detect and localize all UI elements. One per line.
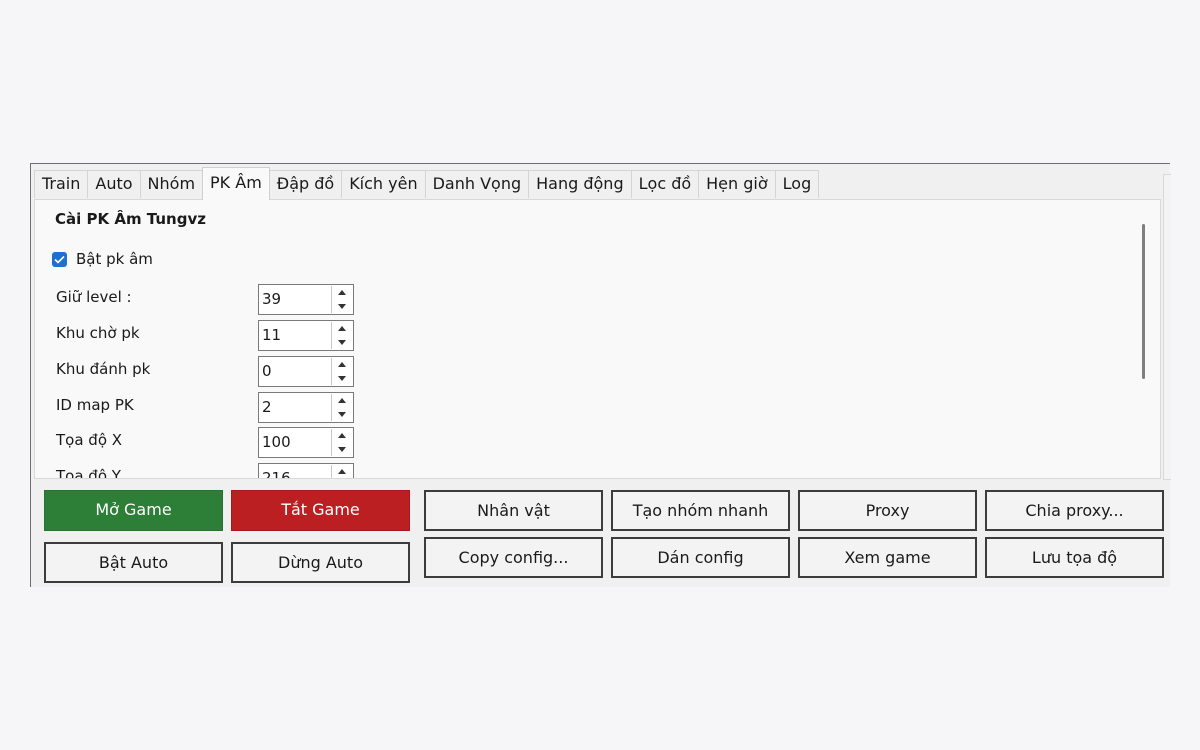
khu-cho-pk-stepper[interactable]: 11: [258, 320, 354, 351]
tab-pk-am[interactable]: PK Âm: [202, 167, 270, 200]
enable-pk-label: Bật pk âm: [76, 250, 153, 268]
field-label: Khu đánh pk: [56, 360, 151, 378]
tab-log[interactable]: Log: [774, 170, 820, 198]
copy-config-button[interactable]: Copy config...: [424, 537, 603, 578]
arrow-up-icon[interactable]: [332, 429, 352, 442]
stepper-buttons: [331, 465, 352, 478]
pk-am-panel: Cài PK Âm Tungvz Bật pk âm Giữ level : 3…: [34, 199, 1161, 479]
arrow-up-icon[interactable]: [332, 322, 352, 335]
stepper-buttons: [331, 358, 352, 385]
proxy-button[interactable]: Proxy: [798, 490, 977, 531]
tab-danh-vong[interactable]: Danh Vọng: [424, 170, 530, 198]
save-coords-button[interactable]: Lưu tọa độ: [985, 537, 1164, 578]
stepper-buttons: [331, 322, 352, 349]
checkmark-icon[interactable]: [52, 251, 67, 267]
stepper-value[interactable]: 2: [262, 398, 272, 416]
panel-scrollbar[interactable]: [1138, 220, 1160, 470]
quick-group-button[interactable]: Tạo nhóm nhanh: [611, 490, 790, 531]
arrow-down-icon[interactable]: [332, 443, 352, 456]
enable-pk-checkbox-row[interactable]: Bật pk âm: [52, 250, 153, 268]
arrow-up-icon[interactable]: [332, 358, 352, 371]
stop-auto-button[interactable]: Dừng Auto: [231, 542, 410, 583]
side-panel-edge: [1163, 174, 1171, 480]
view-game-button[interactable]: Xem game: [798, 537, 977, 578]
arrow-down-icon[interactable]: [332, 372, 352, 385]
field-label: Tọa độ X: [56, 431, 123, 449]
tab-auto[interactable]: Auto: [87, 170, 141, 198]
arrow-up-icon[interactable]: [332, 286, 352, 299]
split-proxy-button[interactable]: Chia proxy...: [985, 490, 1164, 531]
tab-kich-yen[interactable]: Kích yên: [341, 170, 426, 198]
tab-train[interactable]: Train: [34, 170, 89, 198]
character-button[interactable]: Nhân vật: [424, 490, 603, 531]
tab-nhom[interactable]: Nhóm: [139, 170, 204, 198]
paste-config-button[interactable]: Dán config: [611, 537, 790, 578]
scrollbar-thumb[interactable]: [1142, 224, 1145, 379]
app-window: Train Auto Nhóm PK Âm Đập đồ Kích yên Da…: [30, 163, 1170, 587]
arrow-down-icon[interactable]: [332, 300, 352, 313]
field-label: Giữ level :: [56, 288, 132, 306]
tab-hen-gio[interactable]: Hẹn giờ: [698, 170, 776, 198]
khu-danh-pk-stepper[interactable]: 0: [258, 356, 354, 387]
field-label: Khu chờ pk: [56, 324, 140, 342]
stepper-buttons: [331, 286, 352, 313]
field-label: Tọa độ Y: [56, 467, 121, 479]
arrow-down-icon[interactable]: [332, 336, 352, 349]
toa-do-x-stepper[interactable]: 100: [258, 427, 354, 458]
stepper-buttons: [331, 429, 352, 456]
giu-level-stepper[interactable]: 39: [258, 284, 354, 315]
tab-hang-dong[interactable]: Hang động: [528, 170, 632, 198]
stepper-value[interactable]: 216: [262, 469, 291, 478]
field-label: ID map PK: [56, 396, 134, 414]
open-game-button[interactable]: Mở Game: [44, 490, 223, 531]
close-game-button[interactable]: Tắt Game: [231, 490, 410, 531]
stepper-value[interactable]: 0: [262, 362, 272, 380]
stepper-value[interactable]: 39: [262, 290, 281, 308]
stepper-value[interactable]: 100: [262, 433, 291, 451]
tab-dap-do[interactable]: Đập đồ: [268, 170, 343, 198]
stepper-value[interactable]: 11: [262, 326, 281, 344]
stepper-buttons: [331, 394, 352, 421]
toa-do-y-stepper[interactable]: 216: [258, 463, 354, 478]
id-map-pk-stepper[interactable]: 2: [258, 392, 354, 423]
arrow-down-icon[interactable]: [332, 408, 352, 421]
arrow-up-icon[interactable]: [332, 394, 352, 407]
start-auto-button[interactable]: Bật Auto: [44, 542, 223, 583]
arrow-up-icon[interactable]: [332, 465, 352, 478]
tab-strip: Train Auto Nhóm PK Âm Đập đồ Kích yên Da…: [34, 167, 820, 200]
tab-loc-do[interactable]: Lọc đồ: [630, 170, 700, 198]
panel-title: Cài PK Âm Tungvz: [55, 210, 206, 228]
